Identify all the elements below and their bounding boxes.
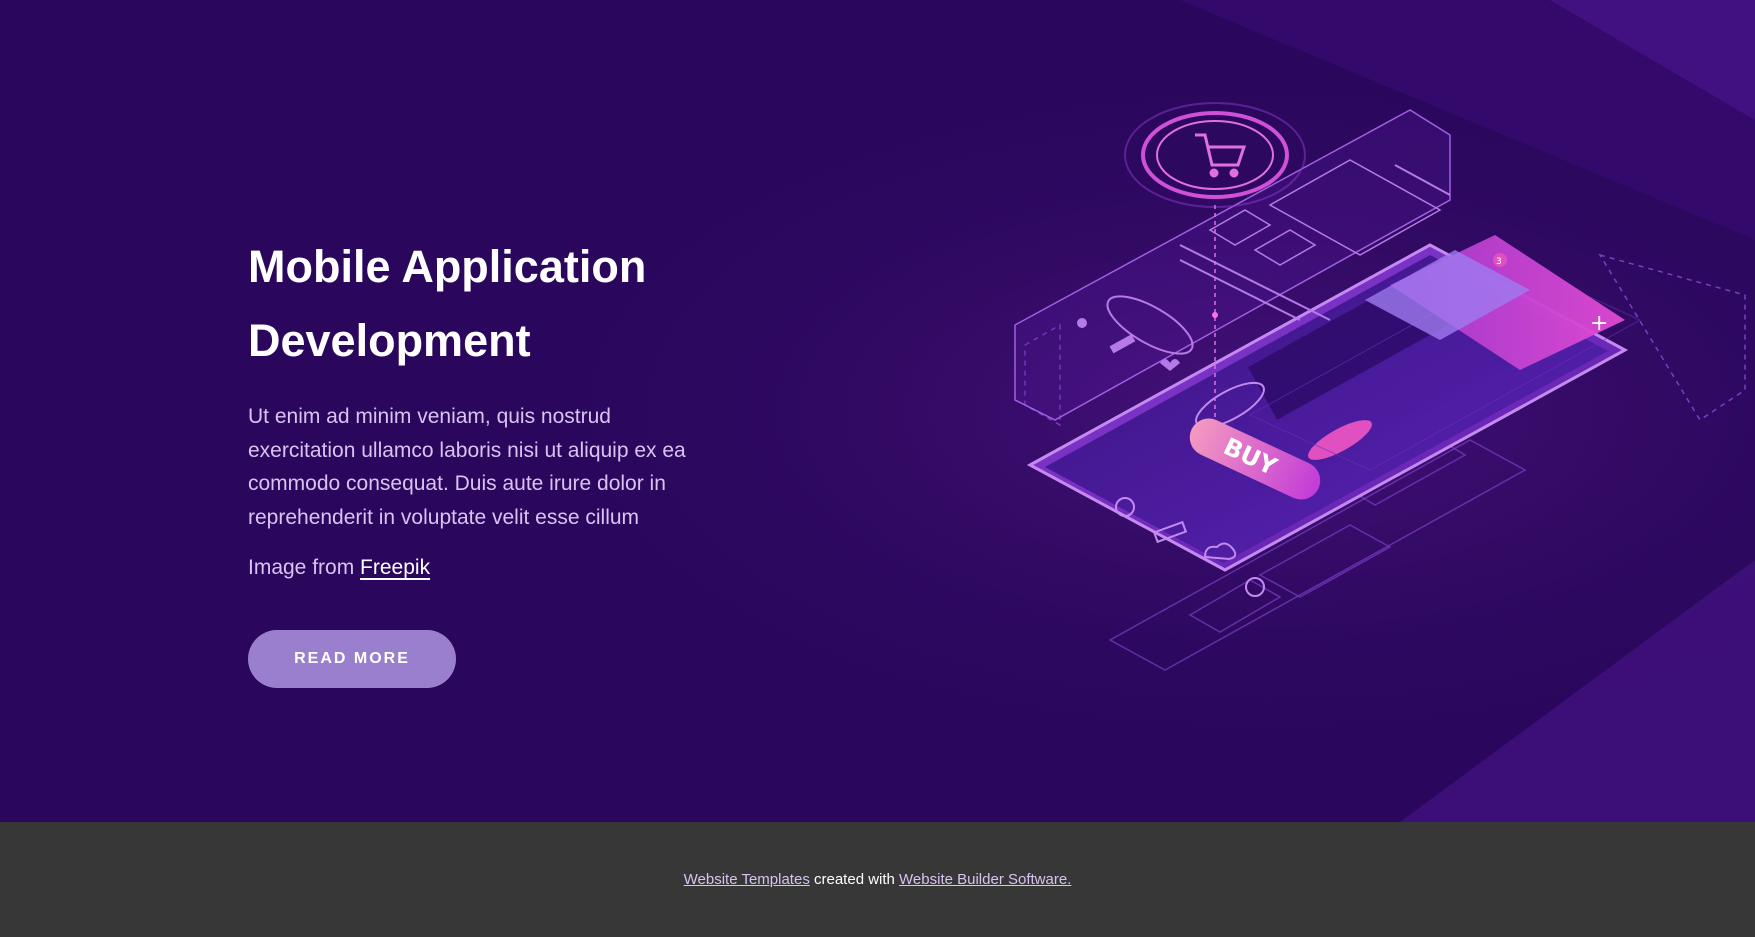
- shopping-cart-icon: [1195, 133, 1247, 178]
- credit-prefix: Image from: [248, 556, 355, 579]
- hero-section: Mobile Application Development Ut enim a…: [0, 0, 1755, 822]
- user-icon: [1077, 318, 1087, 328]
- cart-badge: 3: [1496, 257, 1502, 267]
- connector-dot: [1212, 312, 1218, 318]
- heart-icon: [1160, 359, 1180, 371]
- freepik-link[interactable]: Freepik: [360, 556, 430, 579]
- dashed-outline: [1598, 253, 1746, 422]
- cart-ring-outer: [1124, 102, 1306, 208]
- page-title: Mobile Application Development: [248, 230, 728, 378]
- website-builder-link[interactable]: Website Builder Software.: [899, 871, 1071, 888]
- footer-text: created with: [814, 871, 895, 888]
- title-line-2: Development: [248, 315, 531, 366]
- image-credit: Image from Freepik: [248, 556, 728, 580]
- footer: Website Templates created with Website B…: [0, 822, 1755, 937]
- cart-ring-inner: [1156, 120, 1274, 190]
- cart-ring: [1141, 111, 1289, 199]
- hero-description: Ut enim ad minim veniam, quis nostrud ex…: [248, 405, 686, 529]
- plus-icon: +: [1590, 311, 1608, 336]
- title-line-1: Mobile Application: [248, 241, 647, 292]
- read-more-button[interactable]: READ MORE: [248, 630, 456, 688]
- website-templates-link[interactable]: Website Templates: [684, 871, 810, 888]
- phone-illustration: + 3 BUY: [1014, 102, 1746, 671]
- hero-content: Mobile Application Development Ut enim a…: [248, 230, 728, 688]
